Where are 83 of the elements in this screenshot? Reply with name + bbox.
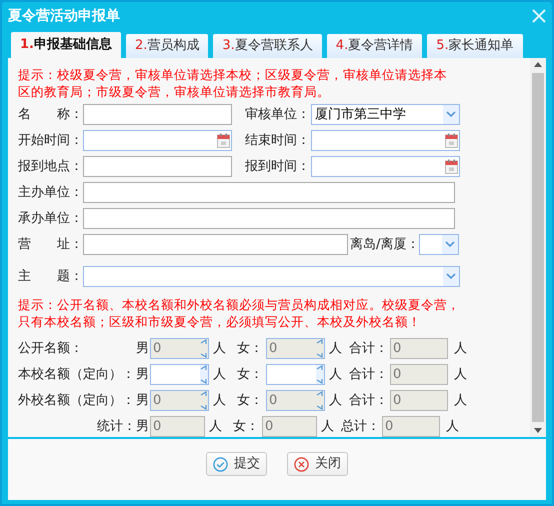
- field-label: 人: [328, 392, 343, 410]
- tab[interactable]: 5.家长通知单: [427, 34, 523, 58]
- input-field[interactable]: [83, 156, 232, 177]
- field-label: 人: [212, 340, 227, 358]
- input-field[interactable]: [83, 208, 455, 229]
- scroll-thumb[interactable]: [532, 73, 544, 422]
- field-label: 人: [453, 366, 467, 384]
- tab[interactable]: 3.夏令营联系人: [213, 34, 322, 58]
- field-label: 人: [212, 392, 227, 410]
- field-label: 男: [136, 340, 150, 358]
- chevron-down-icon: [446, 273, 456, 280]
- field-label: 合计：: [349, 340, 389, 358]
- calendar-icon: [444, 159, 458, 174]
- field-label: 男: [136, 366, 150, 384]
- field-label: 人: [208, 418, 223, 436]
- field-label: 统计：: [96, 418, 136, 436]
- field-label: 审核单位：: [244, 106, 311, 124]
- field-label: 合计：: [349, 392, 389, 410]
- field-label: 人: [328, 340, 343, 358]
- check-circle-icon: [213, 456, 228, 472]
- field-label: 名 称：: [18, 106, 83, 124]
- spin-arrows-icon[interactable]: [316, 365, 324, 384]
- field-label: 女：: [237, 392, 264, 410]
- close-button[interactable]: 关闭: [287, 452, 348, 476]
- field-label: 报到地点：: [18, 158, 83, 176]
- tab[interactable]: 4.夏令营详情: [326, 34, 422, 58]
- field-label: 主办单位：: [18, 184, 83, 202]
- scroll-down-icon[interactable]: [534, 428, 542, 433]
- hint-text: 提示：校级夏令营，审核单位请选择本校；区级夏令营，审核单位请选择本区的教育局；市级夏令营，审核单位请选择市教育局。: [18, 66, 448, 100]
- readonly-field: 0: [390, 338, 448, 359]
- field-label: 男: [136, 418, 150, 436]
- field-label: 承办单位：: [18, 210, 83, 228]
- select-field[interactable]: [419, 234, 459, 255]
- field-label: 公开名额：: [18, 340, 84, 358]
- field-label: 本校名额（定向）：: [18, 366, 136, 384]
- field-label: 总计：: [341, 418, 381, 436]
- spin-arrows-icon[interactable]: [200, 365, 208, 384]
- field-label: 主 题：: [18, 268, 83, 286]
- date-field[interactable]: [83, 130, 232, 151]
- field-label: 外校名额（定向）：: [18, 392, 136, 410]
- field-label: 开始时间：: [18, 132, 83, 150]
- field-label: 女：: [233, 418, 260, 436]
- calendar-icon: [444, 133, 458, 148]
- chevron-down-icon: [446, 111, 456, 118]
- select-field[interactable]: 厦门市第三中学: [311, 104, 460, 125]
- tab[interactable]: 2.营员构成: [126, 34, 208, 58]
- window-title: 夏令营活动申报单: [8, 6, 120, 26]
- field-label: 女：: [237, 340, 264, 358]
- readonly-field: 0: [390, 390, 448, 411]
- readonly-field: 0: [390, 364, 448, 385]
- field-label: 合计：: [349, 366, 389, 384]
- field-label: 结束时间：: [244, 132, 311, 150]
- number-field[interactable]: [266, 364, 325, 385]
- submit-button[interactable]: 提交: [206, 452, 267, 476]
- chevron-down-icon: [445, 241, 455, 248]
- hint-text: 提示：公开名额、本校名额和外校名额必须与营员构成相对应。校级夏令营，只有本校名额；区级和市级夏令营，必须填写公开、本校及外校名额！: [18, 296, 461, 330]
- select-field[interactable]: [83, 266, 460, 287]
- date-field[interactable]: [311, 130, 460, 151]
- input-field[interactable]: [83, 182, 455, 203]
- date-field[interactable]: [311, 156, 460, 177]
- readonly-field: 0: [382, 416, 440, 437]
- field-label: 人: [453, 392, 467, 410]
- scrollbar[interactable]: [530, 58, 546, 437]
- close-circle-icon: [294, 456, 309, 472]
- input-field[interactable]: [83, 104, 232, 125]
- close-icon[interactable]: [532, 9, 546, 23]
- field-label: 营 址：: [18, 236, 83, 254]
- readonly-field: 0: [150, 416, 205, 437]
- field-label: 人: [445, 418, 459, 436]
- field-label: 男: [136, 392, 150, 410]
- field-label: 人: [320, 418, 335, 436]
- number-field[interactable]: [150, 364, 209, 385]
- calendar-icon: [216, 133, 230, 148]
- field-label: 人: [328, 366, 343, 384]
- field-label: 女：: [237, 366, 264, 384]
- tab[interactable]: 1.申报基础信息: [11, 32, 121, 58]
- field-label: 人: [212, 366, 227, 384]
- field-label: 人: [453, 340, 467, 358]
- field-label: 离岛/离厦：: [349, 236, 419, 254]
- scroll-up-icon[interactable]: [534, 62, 542, 67]
- input-field[interactable]: [83, 234, 348, 255]
- readonly-field: 0: [262, 416, 317, 437]
- field-label: 报到时间：: [244, 158, 311, 176]
